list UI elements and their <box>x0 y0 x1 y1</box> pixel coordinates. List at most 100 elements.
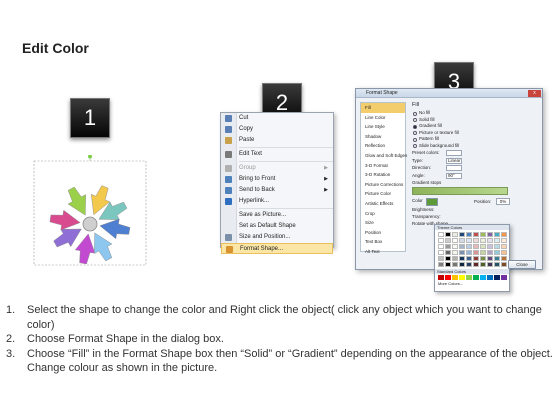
theme-color-swatch[interactable] <box>445 262 451 267</box>
arrows-diagram[interactable] <box>30 155 150 270</box>
theme-color-swatch[interactable] <box>466 262 472 267</box>
field-input[interactable]: Linear <box>446 157 462 164</box>
theme-color-swatch[interactable] <box>438 232 444 237</box>
nav-item-5[interactable]: Glow and Soft Edges <box>361 151 407 161</box>
theme-color-swatch[interactable] <box>459 244 465 249</box>
theme-color-swatch[interactable] <box>445 238 451 243</box>
theme-color-swatch[interactable] <box>480 250 486 255</box>
menu-item-11[interactable]: Save as Picture... <box>221 210 333 221</box>
color-dropdown-button[interactable] <box>426 198 438 206</box>
standard-color-swatch[interactable] <box>452 275 458 280</box>
theme-color-swatch[interactable] <box>438 262 444 267</box>
standard-color-swatch[interactable] <box>466 275 472 280</box>
radio-icon[interactable] <box>413 118 417 122</box>
radio-icon[interactable] <box>413 144 417 148</box>
standard-color-swatch[interactable] <box>494 275 500 280</box>
nav-item-0[interactable]: Fill <box>361 103 405 113</box>
field-input[interactable] <box>446 150 462 156</box>
theme-color-swatch[interactable] <box>438 244 444 249</box>
nav-item-2[interactable]: Line Style <box>361 122 405 132</box>
radio-icon[interactable] <box>413 131 417 135</box>
theme-color-swatch[interactable] <box>466 256 472 261</box>
theme-color-swatch[interactable] <box>459 256 465 261</box>
theme-color-swatch[interactable] <box>452 244 458 249</box>
theme-color-swatch[interactable] <box>480 232 486 237</box>
theme-color-swatch[interactable] <box>452 232 458 237</box>
theme-color-swatch[interactable] <box>452 238 458 243</box>
theme-color-swatch[interactable] <box>473 256 479 261</box>
menu-item-6[interactable]: Group ▶ <box>221 163 333 174</box>
theme-color-swatch[interactable] <box>487 238 493 243</box>
theme-color-swatch[interactable] <box>473 244 479 249</box>
close-button[interactable]: Close <box>508 260 536 269</box>
theme-color-swatch[interactable] <box>501 232 507 237</box>
standard-color-swatch[interactable] <box>480 275 486 280</box>
more-colors-link[interactable]: More Colors... <box>435 281 509 286</box>
menu-item-7[interactable]: Bring to Front ▶ <box>221 174 333 185</box>
standard-color-swatch[interactable] <box>501 275 507 280</box>
nav-item-8[interactable]: Picture Corrections <box>361 180 405 190</box>
theme-color-swatch[interactable] <box>487 256 493 261</box>
menu-item-2[interactable]: Paste <box>221 135 333 146</box>
radio-icon[interactable] <box>413 124 417 129</box>
nav-item-10[interactable]: Artistic Effects <box>361 199 405 209</box>
close-icon[interactable]: x <box>528 90 541 97</box>
nav-item-6[interactable]: 3-D Format <box>361 161 405 171</box>
menu-item-13[interactable]: Size and Position... <box>221 232 333 243</box>
theme-color-swatch[interactable] <box>494 244 500 249</box>
theme-color-swatch[interactable] <box>494 262 500 267</box>
theme-color-swatch[interactable] <box>466 238 472 243</box>
theme-color-swatch[interactable] <box>501 250 507 255</box>
menu-item-9[interactable]: Hyperlink... <box>221 196 333 207</box>
nav-item-11[interactable]: Crop <box>361 209 405 219</box>
theme-color-swatch[interactable] <box>480 262 486 267</box>
theme-color-swatch[interactable] <box>466 250 472 255</box>
standard-color-swatch[interactable] <box>473 275 479 280</box>
nav-item-4[interactable]: Reflection <box>361 141 405 151</box>
position-input[interactable]: 0% <box>496 198 510 205</box>
theme-color-swatch[interactable] <box>480 256 486 261</box>
theme-color-swatch[interactable] <box>473 232 479 237</box>
theme-color-swatch[interactable] <box>501 244 507 249</box>
theme-color-swatch[interactable] <box>487 262 493 267</box>
menu-item-0[interactable]: Cut <box>221 113 333 124</box>
nav-item-3[interactable]: Shadow <box>361 132 405 142</box>
radio-icon[interactable] <box>413 137 417 142</box>
theme-color-swatch[interactable] <box>438 250 444 255</box>
menu-item-1[interactable]: Copy <box>221 124 333 135</box>
menu-item-8[interactable]: Send to Back ▶ <box>221 185 333 196</box>
theme-color-swatch[interactable] <box>445 250 451 255</box>
theme-color-swatch[interactable] <box>452 250 458 255</box>
theme-color-swatch[interactable] <box>494 250 500 255</box>
rotation-handle[interactable] <box>88 155 92 159</box>
gradient-stops-bar[interactable] <box>412 187 508 195</box>
theme-color-swatch[interactable] <box>452 262 458 267</box>
nav-item-15[interactable]: Alt Text <box>361 247 405 257</box>
theme-color-swatch[interactable] <box>445 256 451 261</box>
standard-color-swatch[interactable] <box>459 275 465 280</box>
theme-color-swatch[interactable] <box>466 232 472 237</box>
radio-icon[interactable] <box>413 111 417 116</box>
theme-color-swatch[interactable] <box>494 232 500 237</box>
theme-color-swatch[interactable] <box>473 262 479 267</box>
theme-color-swatch[interactable] <box>473 238 479 243</box>
theme-color-swatch[interactable] <box>459 232 465 237</box>
theme-color-swatch[interactable] <box>459 250 465 255</box>
theme-color-swatch[interactable] <box>480 238 486 243</box>
theme-color-swatch[interactable] <box>445 244 451 249</box>
theme-color-swatch[interactable] <box>445 232 451 237</box>
nav-item-13[interactable]: Position <box>361 228 405 238</box>
theme-color-swatch[interactable] <box>452 256 458 261</box>
nav-item-14[interactable]: Text Box <box>361 237 405 247</box>
theme-color-swatch[interactable] <box>459 238 465 243</box>
theme-color-swatch[interactable] <box>480 244 486 249</box>
theme-color-swatch[interactable] <box>438 256 444 261</box>
field-input[interactable] <box>446 165 462 171</box>
theme-color-swatch[interactable] <box>487 244 493 249</box>
theme-color-swatch[interactable] <box>494 256 500 261</box>
standard-color-swatch[interactable] <box>487 275 493 280</box>
theme-color-swatch[interactable] <box>501 256 507 261</box>
theme-color-swatch[interactable] <box>487 232 493 237</box>
theme-color-swatch[interactable] <box>501 238 507 243</box>
theme-color-swatch[interactable] <box>438 238 444 243</box>
